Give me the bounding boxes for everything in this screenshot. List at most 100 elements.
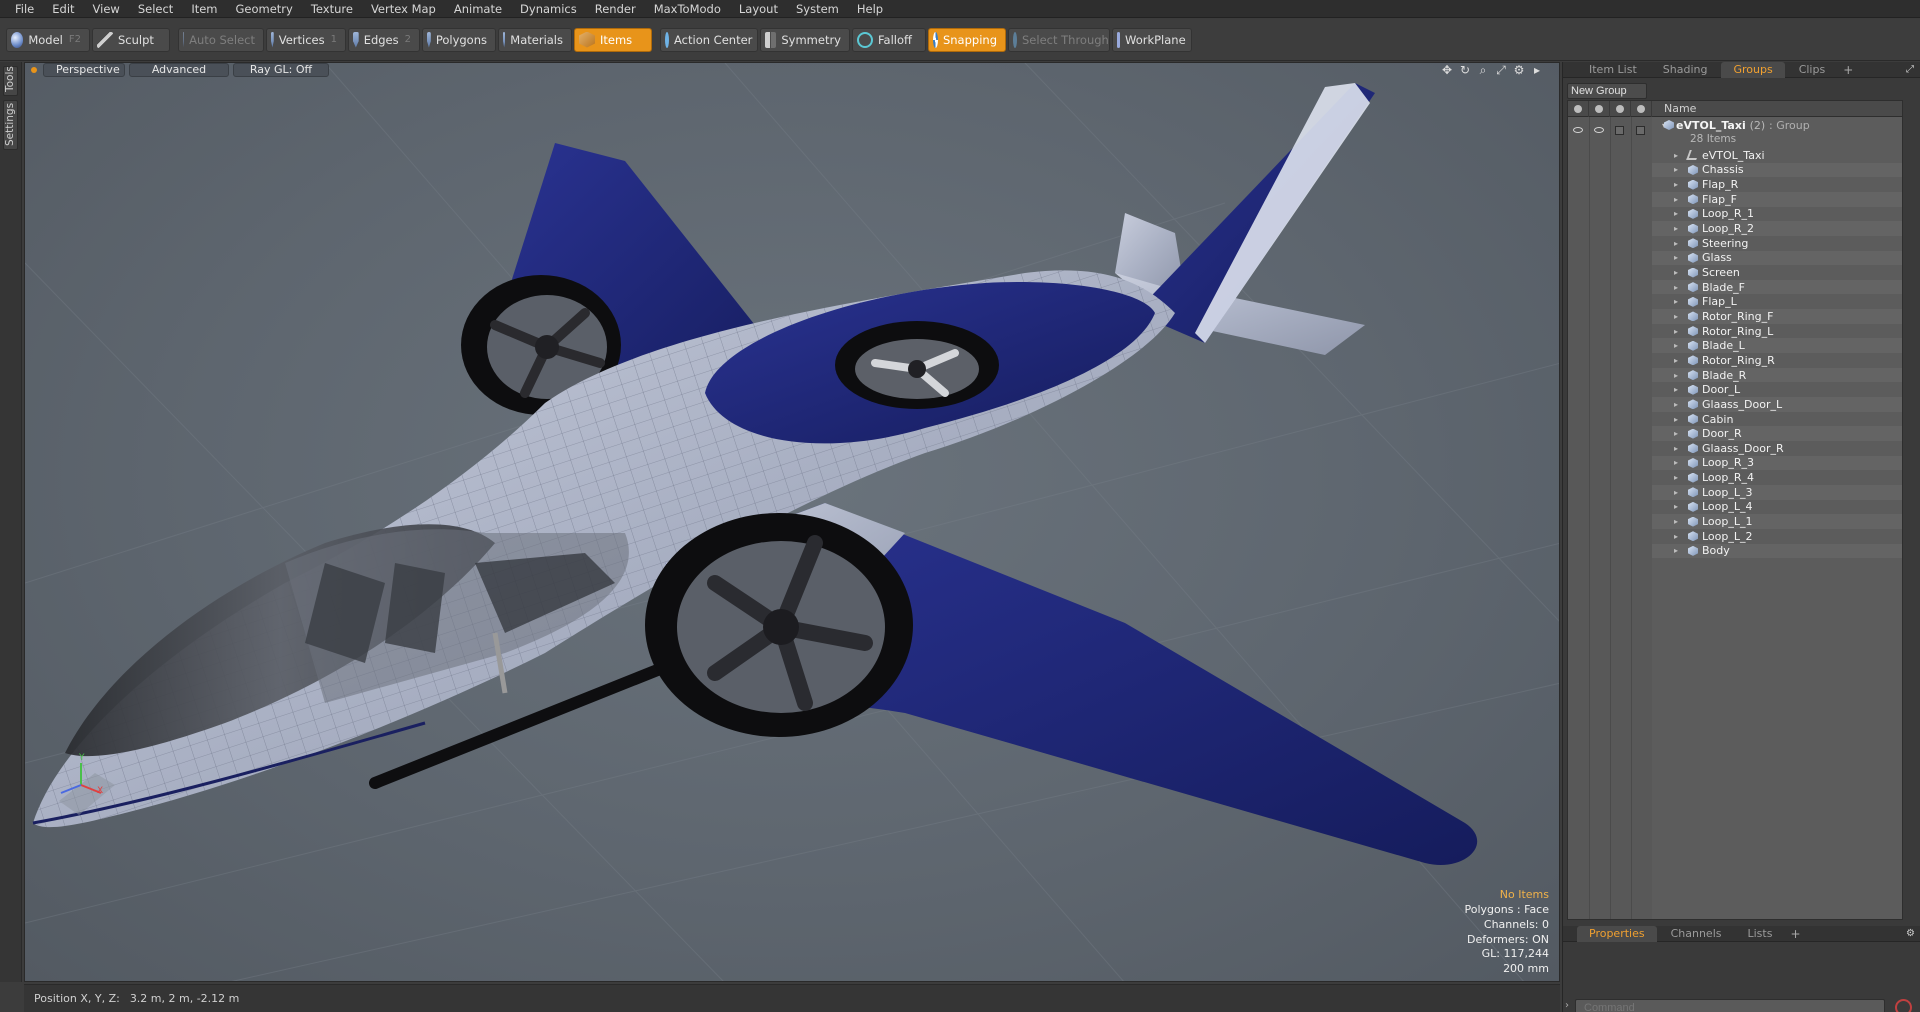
settings-tab[interactable]: Settings bbox=[3, 100, 18, 150]
command-stop-icon[interactable] bbox=[1895, 999, 1912, 1012]
menu-help[interactable]: Help bbox=[848, 0, 892, 18]
lock-column-icon[interactable] bbox=[1610, 100, 1631, 117]
add-bottom-tab-icon[interactable]: + bbox=[1790, 927, 1800, 941]
expand-arrow-icon[interactable]: ▸ bbox=[1674, 532, 1682, 541]
group-render-eye-icon[interactable] bbox=[1594, 127, 1604, 133]
expand-arrow-icon[interactable]: ▸ bbox=[1674, 209, 1682, 218]
visibility-column-icon[interactable] bbox=[1568, 100, 1589, 117]
menu-vertex-map[interactable]: Vertex Map bbox=[362, 0, 445, 18]
tab-properties[interactable]: Properties bbox=[1577, 925, 1657, 942]
expand-arrow-icon[interactable]: ▸ bbox=[1674, 297, 1682, 306]
list-item[interactable]: ▸ Chassis bbox=[1652, 162, 1902, 178]
list-item[interactable]: ▸ Door_L bbox=[1652, 382, 1902, 397]
expand-arrow-icon[interactable]: ▸ bbox=[1674, 341, 1682, 350]
rotate-view-icon[interactable]: ↻ bbox=[1459, 64, 1471, 76]
expand-arrow-icon[interactable]: ▸ bbox=[1674, 356, 1682, 365]
expand-arrow-icon[interactable]: ▸ bbox=[1674, 327, 1682, 336]
list-item[interactable]: ▸ Flap_F bbox=[1652, 191, 1902, 207]
tab-item-list[interactable]: Item List bbox=[1577, 62, 1649, 78]
expand-arrow-icon[interactable]: ▸ bbox=[1674, 268, 1682, 277]
expand-arrow-icon[interactable]: ▸ bbox=[1674, 517, 1682, 526]
group-row-evtol-taxi[interactable]: ▾ eVTOL_Taxi (2) : Group 28 Items bbox=[1652, 117, 1902, 147]
expand-arrow-icon[interactable]: ▸ bbox=[1674, 385, 1682, 394]
list-item[interactable]: ▸ Loop_R_3 bbox=[1652, 455, 1902, 471]
falloff-button[interactable]: Falloff bbox=[852, 27, 926, 52]
add-tab-icon[interactable]: + bbox=[1843, 63, 1853, 77]
list-item[interactable]: ▸ Steering bbox=[1652, 236, 1902, 251]
new-group-button[interactable]: New Group bbox=[1567, 83, 1647, 99]
list-item[interactable]: ▸ Flap_L bbox=[1652, 295, 1902, 310]
menu-render[interactable]: Render bbox=[586, 0, 645, 18]
command-input[interactable] bbox=[1575, 999, 1885, 1012]
tab-channels[interactable]: Channels bbox=[1659, 926, 1734, 942]
model-mode-button[interactable]: Model F2 bbox=[6, 27, 90, 52]
raygl-dropdown[interactable]: Ray GL: Off bbox=[233, 63, 329, 77]
expand-arrow-icon[interactable]: ▸ bbox=[1674, 415, 1682, 424]
list-item[interactable]: ▸ Flap_R bbox=[1652, 177, 1902, 192]
expand-arrow-icon[interactable]: ▸ bbox=[1674, 473, 1682, 482]
action-center-button[interactable]: Action Center bbox=[660, 27, 758, 52]
items-button[interactable]: Items bbox=[574, 27, 652, 52]
expand-arrow-icon[interactable]: ▸ bbox=[1674, 371, 1682, 380]
menu-edit[interactable]: Edit bbox=[43, 0, 83, 18]
menu-layout[interactable]: Layout bbox=[730, 0, 787, 18]
expand-arrow-icon[interactable]: ▸ bbox=[1674, 151, 1682, 160]
vertices-button[interactable]: Vertices 1 bbox=[266, 27, 346, 52]
bottom-panel-settings-icon[interactable]: ⚙ bbox=[1906, 928, 1915, 939]
tab-clips[interactable]: Clips bbox=[1787, 62, 1838, 78]
advanced-dropdown[interactable]: Advanced bbox=[129, 63, 229, 77]
expand-arrow-icon[interactable]: ▸ bbox=[1674, 429, 1682, 438]
zoom-view-icon[interactable]: ⌕ bbox=[1477, 64, 1489, 76]
menu-texture[interactable]: Texture bbox=[302, 0, 362, 18]
expand-arrow-icon[interactable]: ▸ bbox=[1674, 224, 1682, 233]
expand-arrow-icon[interactable]: ▸ bbox=[1674, 195, 1682, 204]
menu-animate[interactable]: Animate bbox=[445, 0, 511, 18]
expand-arrow-icon[interactable]: ▸ bbox=[1674, 180, 1682, 189]
expand-arrow-icon[interactable]: ▸ bbox=[1674, 165, 1682, 174]
workplane-button[interactable]: WorkPlane bbox=[1112, 27, 1192, 52]
group-lock-toggle[interactable] bbox=[1615, 126, 1624, 135]
list-item[interactable]: ▸ Rotor_Ring_F bbox=[1652, 309, 1902, 324]
list-item[interactable]: ▸ Body bbox=[1652, 543, 1902, 559]
tools-tab[interactable]: Tools bbox=[3, 66, 18, 96]
3d-viewport[interactable]: Y X Perspective Advanced Ray GL: Off ✥ ↻… bbox=[24, 62, 1560, 982]
expand-arrow-icon[interactable]: ▸ bbox=[1674, 283, 1682, 292]
list-item[interactable]: ▸ Blade_R bbox=[1652, 367, 1902, 383]
name-column-header[interactable]: Name bbox=[1652, 102, 1696, 115]
menu-dynamics[interactable]: Dynamics bbox=[511, 0, 586, 18]
list-item[interactable]: ▸ Rotor_Ring_L bbox=[1652, 324, 1902, 339]
maximize-view-icon[interactable]: ⤢ bbox=[1495, 64, 1507, 76]
list-item[interactable]: ▸ Glass bbox=[1652, 250, 1902, 266]
list-item[interactable]: ▸ Rotor_Ring_R bbox=[1652, 353, 1902, 368]
list-item[interactable]: ▸ Loop_L_1 bbox=[1652, 514, 1902, 529]
list-item[interactable]: ▸ Blade_F bbox=[1652, 279, 1902, 295]
expand-arrow-icon[interactable]: ▸ bbox=[1674, 400, 1682, 409]
tab-groups[interactable]: Groups bbox=[1721, 61, 1785, 78]
expand-arrow-icon[interactable]: ▸ bbox=[1674, 546, 1682, 555]
expand-arrow-icon[interactable]: ▸ bbox=[1674, 312, 1682, 321]
expand-arrow-icon[interactable]: ▸ bbox=[1674, 458, 1682, 467]
tab-lists[interactable]: Lists bbox=[1736, 926, 1785, 942]
sculpt-mode-button[interactable]: Sculpt bbox=[92, 27, 170, 52]
snapping-button[interactable]: Snapping bbox=[928, 27, 1006, 52]
menu-file[interactable]: File bbox=[6, 0, 43, 18]
list-item[interactable]: ▸ Glaass_Door_L bbox=[1652, 397, 1902, 412]
gear-icon[interactable]: ⚙ bbox=[1513, 64, 1525, 76]
auto-select-button[interactable]: Auto Select bbox=[178, 27, 264, 52]
menu-item[interactable]: Item bbox=[182, 0, 226, 18]
menu-view[interactable]: View bbox=[84, 0, 129, 18]
list-item[interactable]: ▸ Glaass_Door_R bbox=[1652, 441, 1902, 456]
polygons-button[interactable]: Polygons bbox=[422, 27, 496, 52]
list-item[interactable]: ▸ Blade_L bbox=[1652, 338, 1902, 354]
tab-shading[interactable]: Shading bbox=[1651, 62, 1720, 78]
expand-arrow-icon[interactable]: ▸ bbox=[1674, 444, 1682, 453]
menu-geometry[interactable]: Geometry bbox=[227, 0, 302, 18]
menu-maxtomodo[interactable]: MaxToModo bbox=[645, 0, 730, 18]
list-item[interactable]: ▸ Loop_L_2 bbox=[1652, 529, 1902, 544]
command-history-arrow-icon[interactable]: › bbox=[1565, 1000, 1569, 1011]
move-view-icon[interactable]: ✥ bbox=[1441, 64, 1453, 76]
list-item[interactable]: ▸ Loop_L_3 bbox=[1652, 484, 1902, 500]
expand-panel-icon[interactable]: ⤢ bbox=[1906, 64, 1914, 75]
expand-arrow-icon[interactable]: ▸ bbox=[1674, 239, 1682, 248]
viewport-menu-icon[interactable] bbox=[31, 67, 37, 73]
